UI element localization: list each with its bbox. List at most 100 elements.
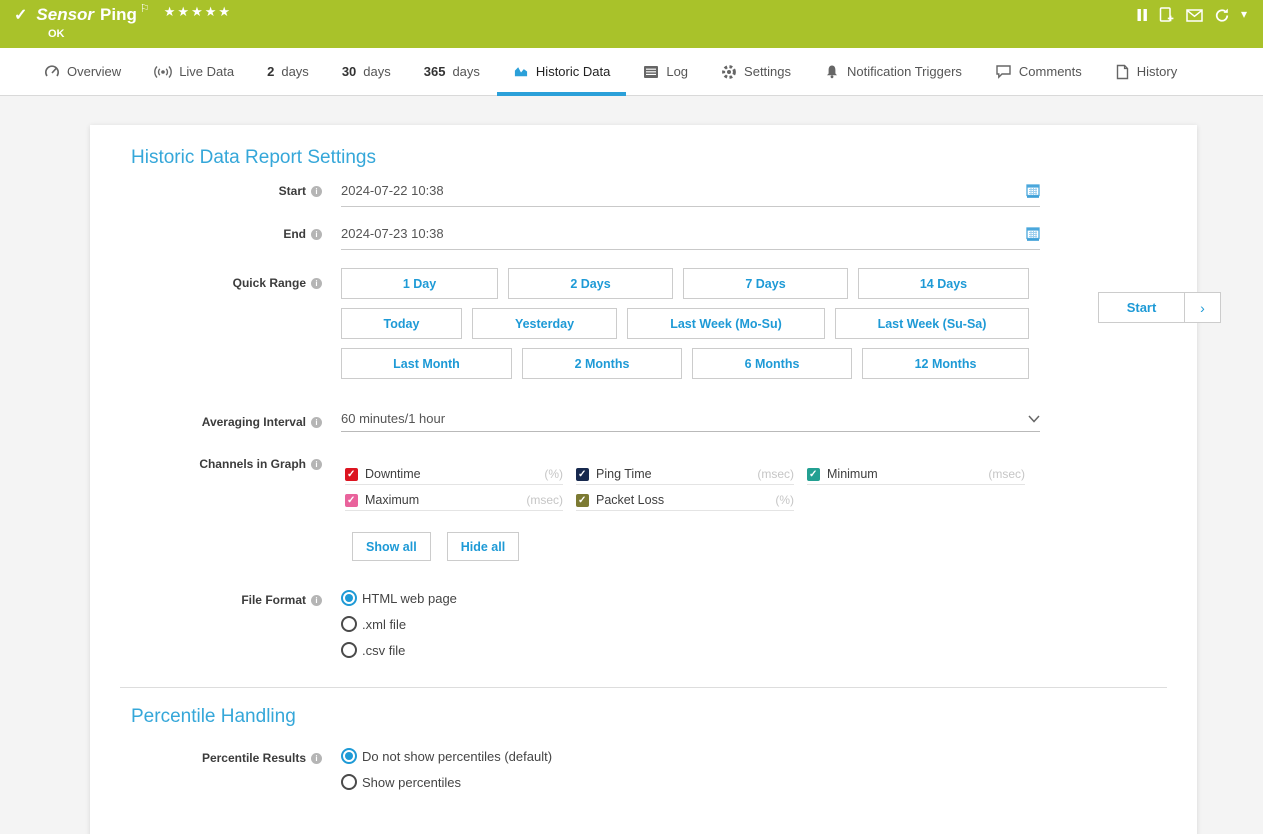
- end-date-input[interactable]: 2024-07-23 10:38: [341, 223, 1040, 250]
- chevron-down-icon[interactable]: ▾: [1241, 7, 1247, 21]
- calendar-icon[interactable]: [1026, 226, 1040, 241]
- quick-range-yesterday-button[interactable]: Yesterday: [472, 308, 617, 339]
- start-report-action: Start ›: [1098, 292, 1221, 323]
- file-format-label: File Format: [241, 593, 306, 607]
- quick-range-row: Quick Range 1 Day 2 Days 7 Days 14 Days …: [90, 268, 1197, 388]
- checkbox-checked-icon[interactable]: [576, 468, 589, 481]
- status-badge: OK: [48, 28, 232, 40]
- file-format-option-xml[interactable]: .xml file: [341, 616, 1040, 632]
- tab-live-data[interactable]: Live Data: [154, 48, 234, 95]
- refresh-icon[interactable]: [1214, 8, 1230, 23]
- section-title-percentile-handling: Percentile Handling: [131, 706, 296, 728]
- channel-minimum[interactable]: Minimum (msec): [807, 467, 1025, 485]
- quick-range-last-month-button[interactable]: Last Month: [341, 348, 512, 379]
- tab-comments[interactable]: Comments: [995, 48, 1082, 95]
- quick-range-last-week-mo-su-button[interactable]: Last Week (Mo-Su): [627, 308, 825, 339]
- quick-range-2-months-button[interactable]: 2 Months: [522, 348, 682, 379]
- list-icon: [643, 65, 659, 79]
- bell-icon: [824, 64, 840, 79]
- checkbox-checked-icon[interactable]: [807, 468, 820, 481]
- priority-stars[interactable]: ★★★★★: [164, 4, 232, 20]
- radio-selected-icon[interactable]: [341, 748, 357, 764]
- page-icon: [1115, 64, 1130, 80]
- quick-range-last-week-su-sa-button[interactable]: Last Week (Su-Sa): [835, 308, 1029, 339]
- radio-icon[interactable]: [341, 616, 357, 632]
- tab-365-days[interactable]: 365 days: [424, 48, 480, 95]
- percentile-results-row: Percentile Results Do not show percentil…: [90, 745, 1197, 800]
- sensor-name: Ping: [100, 5, 137, 25]
- averaging-interval-label: Averaging Interval: [202, 415, 306, 429]
- section-title-report-settings: Historic Data Report Settings: [131, 147, 376, 169]
- quick-range-14-days-button[interactable]: 14 Days: [858, 268, 1029, 299]
- calendar-icon[interactable]: [1026, 183, 1040, 198]
- email-icon[interactable]: [1186, 9, 1203, 22]
- averaging-interval-row: Averaging Interval 60 minutes/1 hour: [90, 405, 1197, 432]
- settings-card: Historic Data Report Settings Start 2024…: [90, 125, 1197, 834]
- start-field-row: Start 2024-07-22 10:38: [90, 180, 1197, 207]
- file-format-option-csv[interactable]: .csv file: [341, 642, 1040, 658]
- comment-icon: [995, 64, 1012, 79]
- quick-range-label: Quick Range: [233, 276, 306, 290]
- quick-range-today-button[interactable]: Today: [341, 308, 462, 339]
- add-report-icon[interactable]: [1159, 7, 1175, 23]
- radio-icon[interactable]: [341, 774, 357, 790]
- area-chart-icon: [513, 64, 529, 79]
- start-label: Start: [279, 184, 306, 198]
- quick-range-2-days-button[interactable]: 2 Days: [508, 268, 673, 299]
- quick-range-7-days-button[interactable]: 7 Days: [683, 268, 848, 299]
- percentile-option-do-not-show[interactable]: Do not show percentiles (default): [341, 748, 1040, 764]
- tab-history[interactable]: History: [1115, 48, 1177, 95]
- start-date-input[interactable]: 2024-07-22 10:38: [341, 180, 1040, 207]
- tab-30-days[interactable]: 30 days: [342, 48, 391, 95]
- tab-2-days[interactable]: 2 days: [267, 48, 309, 95]
- show-all-button[interactable]: Show all: [352, 532, 431, 561]
- end-label: End: [283, 227, 306, 241]
- file-format-row: File Format HTML web page .xml file .csv…: [90, 587, 1197, 668]
- averaging-interval-select[interactable]: 60 minutes/1 hour: [341, 405, 1040, 432]
- checkbox-checked-icon[interactable]: [345, 494, 358, 507]
- start-report-button[interactable]: Start: [1098, 292, 1185, 323]
- checkbox-checked-icon[interactable]: [576, 494, 589, 507]
- gear-icon: [721, 64, 737, 80]
- flag-icon[interactable]: ⚐: [140, 2, 150, 15]
- tab-log[interactable]: Log: [643, 48, 688, 95]
- radio-selected-icon[interactable]: [341, 590, 357, 606]
- tab-overview[interactable]: Overview: [44, 48, 121, 95]
- percentile-option-show[interactable]: Show percentiles: [341, 774, 1040, 790]
- info-icon[interactable]: [311, 595, 322, 606]
- sensor-kind-label: Sensor: [36, 5, 94, 25]
- tab-historic-data[interactable]: Historic Data: [513, 48, 610, 95]
- info-icon[interactable]: [311, 229, 322, 240]
- quick-range-12-months-button[interactable]: 12 Months: [862, 348, 1029, 379]
- file-format-option-html[interactable]: HTML web page: [341, 590, 1040, 606]
- channel-packet-loss[interactable]: Packet Loss (%): [576, 493, 794, 511]
- info-icon[interactable]: [311, 459, 322, 470]
- chevron-down-icon: [1028, 415, 1040, 423]
- gauge-icon: [44, 64, 60, 80]
- tab-notification-triggers[interactable]: Notification Triggers: [824, 48, 962, 95]
- end-field-row: End 2024-07-23 10:38: [90, 223, 1197, 250]
- info-icon[interactable]: [311, 753, 322, 764]
- pause-icon[interactable]: [1137, 8, 1148, 22]
- start-expand-button[interactable]: ›: [1184, 292, 1221, 323]
- checkbox-checked-icon[interactable]: [345, 468, 358, 481]
- hide-all-button[interactable]: Hide all: [447, 532, 519, 561]
- broadcast-icon: [154, 65, 172, 79]
- channels-in-graph-label: Channels in Graph: [199, 457, 306, 471]
- sensor-header: ✓ Sensor Ping ⚐ ★★★★★ OK ▾: [0, 0, 1263, 48]
- quick-range-6-months-button[interactable]: 6 Months: [692, 348, 852, 379]
- channel-downtime[interactable]: Downtime (%): [345, 467, 563, 485]
- status-check-icon: ✓: [14, 5, 27, 25]
- percentile-results-label: Percentile Results: [202, 751, 306, 765]
- sensor-tabbar: Overview Live Data 2 days 30 days 365 da…: [0, 48, 1263, 96]
- info-icon[interactable]: [311, 278, 322, 289]
- radio-icon[interactable]: [341, 642, 357, 658]
- info-icon[interactable]: [311, 186, 322, 197]
- quick-range-1-day-button[interactable]: 1 Day: [341, 268, 498, 299]
- channel-maximum[interactable]: Maximum (msec): [345, 493, 563, 511]
- info-icon[interactable]: [311, 417, 322, 428]
- page-body: Historic Data Report Settings Start 2024…: [0, 96, 1263, 834]
- tab-settings[interactable]: Settings: [721, 48, 791, 95]
- channel-ping-time[interactable]: Ping Time (msec): [576, 467, 794, 485]
- section-divider: [120, 687, 1167, 688]
